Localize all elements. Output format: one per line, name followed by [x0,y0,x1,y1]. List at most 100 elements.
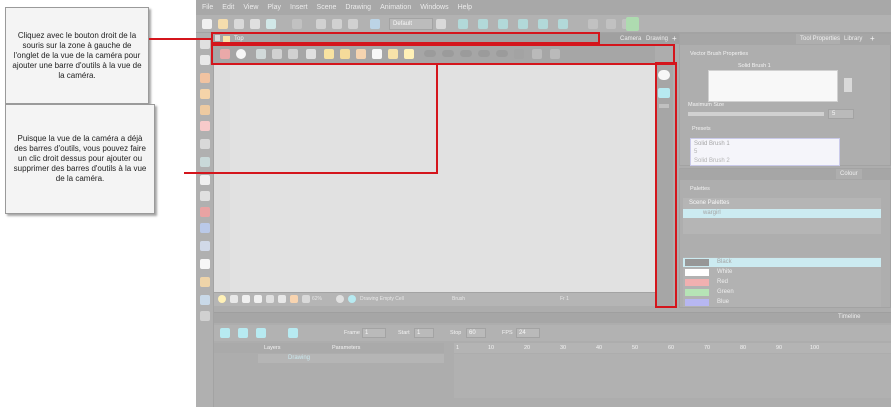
tab-camera[interactable]: Camera [620,34,641,44]
first-frame-icon[interactable] [256,328,266,338]
menu-play[interactable]: Play [267,4,281,11]
cut-icon[interactable] [316,19,326,29]
stop-input[interactable]: 60 [466,328,486,338]
status-icon-8[interactable] [302,295,310,303]
tab-drawing[interactable]: Drawing [646,34,668,44]
add-view-icon[interactable]: + [672,34,677,43]
save-workspace-icon[interactable] [436,19,446,29]
preset-item-second[interactable]: Solid Brush 2 [694,158,730,164]
menu-help[interactable]: Help [458,4,472,11]
eraser-tool-icon[interactable] [200,121,210,131]
status-icon-4[interactable] [254,295,262,303]
menu-edit[interactable]: Edit [222,4,234,11]
pivot-tool-icon[interactable] [200,223,210,233]
parameters-label: Parameters [332,345,361,351]
workspace-select[interactable]: Default [389,18,433,30]
current-frame: Fr 1 [560,296,569,302]
menu-animation[interactable]: Animation [380,4,411,11]
ruler-80: 80 [740,345,747,351]
import-icon[interactable] [266,19,276,29]
camera-view-canvas[interactable] [214,64,655,292]
tab-tool-properties[interactable]: Tool Properties [796,34,845,44]
loop-icon[interactable] [238,328,248,338]
size-input[interactable]: 5 [828,109,854,119]
open-icon[interactable] [218,19,228,29]
workspace-icon[interactable] [370,19,380,29]
timeline-tabbar: Timeline [214,313,891,323]
add-panel-icon[interactable]: + [870,34,875,43]
deformation-icon-5[interactable] [538,19,548,29]
play-icon[interactable] [220,328,230,338]
bone-tool-icon[interactable] [200,277,210,287]
start-input[interactable]: 1 [414,328,434,338]
deformation-icon-3[interactable] [498,19,508,29]
palette-item[interactable]: wargirl [683,209,881,218]
rig-icon-1[interactable] [588,19,598,29]
contour-tool-icon[interactable] [200,55,210,65]
paint-icon[interactable] [626,17,639,31]
layer-row[interactable]: Drawing [258,354,444,363]
morph-tool-icon[interactable] [200,241,210,251]
status-icon-3[interactable] [242,295,250,303]
menu-file[interactable]: File [202,4,213,11]
tab-library[interactable]: Library [840,34,867,44]
swatch-row-white[interactable]: White [683,268,881,277]
zoom-tool-icon[interactable] [200,311,210,321]
new-scene-icon[interactable] [202,19,212,29]
brush-preview[interactable] [708,70,838,102]
palette-list[interactable]: Scene Palettes wargirl [683,198,881,234]
deformation-icon-6[interactable] [558,19,568,29]
sound-icon[interactable] [288,328,298,338]
stamp-tool-icon[interactable] [200,105,210,115]
deformation-icon-4[interactable] [518,19,528,29]
frame-input[interactable]: 1 [362,328,386,338]
timeline-ruler[interactable]: 1 10 20 30 40 50 60 70 80 90 100 [454,343,891,353]
pencil-tool-icon[interactable] [200,89,210,99]
menu-view[interactable]: View [243,4,258,11]
copy-icon[interactable] [332,19,342,29]
undo-icon[interactable] [292,19,302,29]
zoom-level: 62% [312,296,323,302]
status-icon-6[interactable] [278,295,286,303]
swatch-list[interactable]: Black White Red Green Blue [683,257,881,307]
swatch-row-black[interactable]: Black [683,258,881,267]
brush-tool-icon[interactable] [200,73,210,83]
paste-icon[interactable] [348,19,358,29]
grid-tool-icon[interactable] [200,295,210,305]
status-icon-2[interactable] [230,295,238,303]
save-icon[interactable] [234,19,244,29]
text-tool-icon[interactable] [200,139,210,149]
cutter-tool-icon[interactable] [200,207,210,217]
swatch-row-red[interactable]: Red [683,278,881,287]
tab-drawing-label: Drawing [646,36,669,42]
brush-arrow-icon[interactable] [844,78,852,92]
swatch-row-green[interactable]: Green [683,288,881,297]
save-as-icon[interactable] [250,19,260,29]
fps-input[interactable]: 24 [516,328,540,338]
menu-windows[interactable]: Windows [420,4,448,11]
presets-list[interactable]: Solid Brush 1 5 Solid Brush 2 [690,138,840,166]
shape-tool-icon[interactable] [200,157,210,167]
tab-timeline[interactable]: Timeline [838,314,860,320]
layers-label: Layers [264,345,281,351]
menu-scene[interactable]: Scene [317,4,337,11]
timeline-frames[interactable] [454,354,891,398]
zoom-dropdown-icon[interactable] [336,295,344,303]
tab-colour[interactable]: Colour [836,169,862,179]
rig-icon-2[interactable] [606,19,616,29]
menu-insert[interactable]: Insert [290,4,308,11]
hand-tool-icon[interactable] [200,259,210,269]
deformation-icon-1[interactable] [458,19,468,29]
select-tool-icon[interactable] [200,39,210,49]
screenshot-root: Cliquez avec le bouton droit de la souri… [0,0,891,407]
preset-item-name[interactable]: Solid Brush 1 [694,141,730,147]
dropper-tool-icon[interactable] [200,191,210,201]
light-icon[interactable] [218,295,226,303]
swatch-row-blue[interactable]: Blue [683,298,881,307]
deformation-icon-2[interactable] [478,19,488,29]
status-icon-5[interactable] [266,295,274,303]
paint-tool-icon[interactable] [200,175,210,185]
menu-drawing[interactable]: Drawing [345,4,371,11]
status-icon-7[interactable] [290,295,298,303]
size-slider[interactable] [688,112,824,116]
